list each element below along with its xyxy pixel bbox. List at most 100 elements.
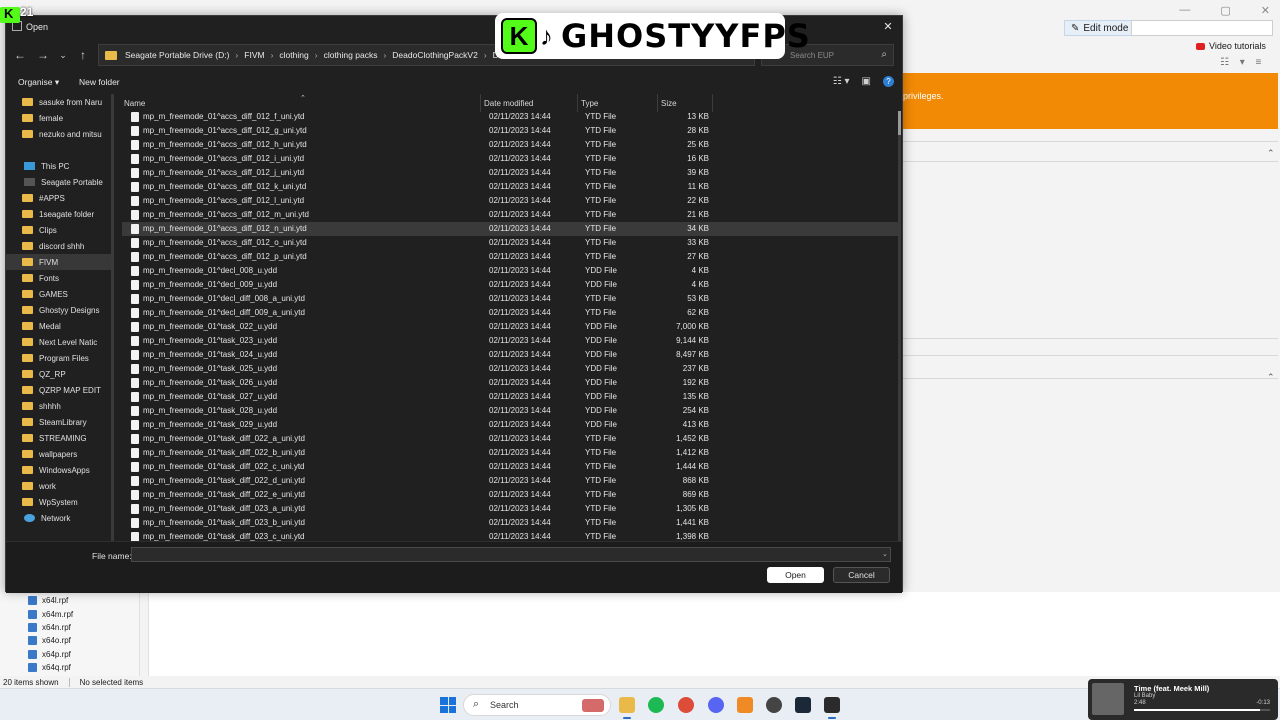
file-row[interactable]: mp_m_freemode_01^task_025_u.ydd 02/11/202… (122, 362, 898, 376)
nav-item[interactable]: #APPS (6, 190, 111, 206)
nav-item[interactable]: sasuke from Naru (6, 94, 111, 110)
bg-file-item[interactable]: x64l.rpf (0, 594, 139, 607)
file-row[interactable]: mp_m_freemode_01^task_diff_022_d_uni.ytd… (122, 474, 898, 488)
nav-item[interactable]: FIVM (6, 254, 111, 270)
file-row[interactable]: mp_m_freemode_01^task_024_u.ydd 02/11/202… (122, 348, 898, 362)
chevron-right-icon[interactable]: › (383, 50, 386, 60)
file-row[interactable]: mp_m_freemode_01^decl_008_u.ydd 02/11/202… (122, 264, 898, 278)
nav-item[interactable]: nezuko and mitsu (6, 126, 111, 142)
file-row[interactable]: mp_m_freemode_01^decl_diff_008_a_uni.ytd… (122, 292, 898, 306)
up-arrow-icon[interactable]: ↑ (74, 46, 92, 64)
forward-arrow-icon[interactable]: → (34, 46, 52, 64)
file-row[interactable]: mp_m_freemode_01^task_026_u.ydd 02/11/202… (122, 376, 898, 390)
search-icon[interactable]: ⌕ (881, 49, 887, 60)
back-arrow-icon[interactable]: ← (11, 46, 29, 64)
nav-item[interactable]: QZ_RP (6, 366, 111, 382)
file-row[interactable]: mp_m_freemode_01^accs_diff_012_k_uni.ytd… (122, 180, 898, 194)
file-row[interactable]: mp_m_freemode_01^task_diff_022_a_uni.ytd… (122, 432, 898, 446)
nav-item[interactable]: WindowsApps (6, 462, 111, 478)
nav-item[interactable]: female (6, 110, 111, 126)
file-row[interactable]: mp_m_freemode_01^task_diff_022_e_uni.ytd… (122, 488, 898, 502)
taskbar-search[interactable]: ⌕ Search (463, 694, 611, 716)
windows-start-icon[interactable] (440, 697, 456, 713)
playback-progress[interactable] (1134, 709, 1270, 711)
breadcrumb-fivm[interactable]: FIVM (244, 50, 264, 60)
chevron-down-icon[interactable]: ⌄ (882, 550, 888, 558)
new-folder-button[interactable]: New folder (79, 77, 120, 87)
nav-item[interactable]: discord shhh (6, 238, 111, 254)
view-options-icon[interactable]: ☷ ▾ (833, 76, 850, 87)
organise-menu-button[interactable]: Organise ▾ (18, 77, 59, 88)
file-row[interactable]: mp_m_freemode_01^task_diff_023_b_uni.ytd… (122, 516, 898, 530)
close-icon[interactable]: ✕ (880, 19, 896, 35)
breadcrumb-clothing-packs[interactable]: clothing packs (324, 50, 378, 60)
file-row[interactable]: mp_m_freemode_01^task_diff_022_b_uni.ytd… (122, 446, 898, 460)
bg-file-item[interactable]: x64p.rpf (0, 648, 139, 661)
nav-item[interactable]: Program Files (6, 350, 111, 366)
chevron-right-icon[interactable]: › (484, 50, 487, 60)
file-row[interactable]: mp_m_freemode_01^accs_diff_012_o_uni.ytd… (122, 236, 898, 250)
collapse-caret-icon[interactable]: ⌃ (1267, 148, 1275, 159)
spotify-icon[interactable] (648, 697, 664, 713)
nav-item[interactable]: SteamLibrary (6, 414, 111, 430)
nav-item[interactable]: Seagate Portable (6, 174, 111, 190)
chrome-icon[interactable] (678, 697, 694, 713)
nav-item[interactable]: Clips (6, 222, 111, 238)
nav-item[interactable]: STREAMING (6, 430, 111, 446)
file-row[interactable]: mp_m_freemode_01^task_028_u.ydd 02/11/202… (122, 404, 898, 418)
nav-item[interactable]: GAMES (6, 286, 111, 302)
open-button[interactable]: Open (767, 567, 824, 583)
nav-item[interactable]: Network (6, 510, 111, 526)
app-icon[interactable] (737, 697, 753, 713)
gear-icon[interactable] (766, 697, 782, 713)
file-row[interactable]: mp_m_freemode_01^decl_diff_009_a_uni.ytd… (122, 306, 898, 320)
nav-item[interactable]: wallpapers (6, 446, 111, 462)
maximize-icon[interactable]: ▢ (1220, 4, 1230, 17)
edit-mode-button[interactable]: ✎ Edit mode (1064, 20, 1136, 36)
bg-view-toggle[interactable]: ☷ ▾ ≡ (1220, 57, 1265, 68)
breadcrumb-pack[interactable]: DeadoClothingPackV2 (392, 50, 478, 60)
help-icon[interactable]: ? (883, 76, 894, 87)
bg-file-item[interactable]: x64n.rpf (0, 621, 139, 634)
bg-window-controls[interactable]: — ▢ ✕ (1179, 4, 1270, 17)
file-name-input[interactable] (131, 547, 891, 562)
steam-icon[interactable] (795, 697, 811, 713)
breadcrumb-drive[interactable]: Seagate Portable Drive (D:) (125, 50, 229, 60)
file-row[interactable]: mp_m_freemode_01^accs_diff_012_p_uni.ytd… (122, 250, 898, 264)
breadcrumb-clothing[interactable]: clothing (279, 50, 308, 60)
file-row[interactable]: mp_m_freemode_01^task_diff_023_a_uni.ytd… (122, 502, 898, 516)
nav-item[interactable]: work (6, 478, 111, 494)
bg-file-item[interactable]: x64o.rpf (0, 634, 139, 647)
navigation-pane-scrollbar[interactable] (111, 94, 114, 541)
file-list-scrollbar[interactable] (898, 111, 901, 541)
nav-item[interactable]: Next Level Natic (6, 334, 111, 350)
cancel-button[interactable]: Cancel (833, 567, 890, 583)
chevron-right-icon[interactable]: › (271, 50, 274, 60)
discord-icon[interactable] (708, 697, 724, 713)
bg-file-item[interactable]: x64m.rpf (0, 607, 139, 620)
nav-item[interactable]: WpSystem (6, 494, 111, 510)
file-row[interactable]: mp_m_freemode_01^decl_009_u.ydd 02/11/202… (122, 278, 898, 292)
preview-pane-icon[interactable]: ▣ (862, 76, 871, 87)
nav-item[interactable]: Fonts (6, 270, 111, 286)
file-row[interactable]: mp_m_freemode_01^accs_diff_012_i_uni.ytd… (122, 152, 898, 166)
chevron-right-icon[interactable]: › (315, 50, 318, 60)
file-row[interactable]: mp_m_freemode_01^task_diff_023_c_uni.ytd… (122, 530, 898, 541)
openiv-icon[interactable] (824, 697, 840, 713)
file-row[interactable]: mp_m_freemode_01^task_022_u.ydd 02/11/202… (122, 320, 898, 334)
nav-item[interactable]: This PC (6, 158, 111, 174)
bg-search-input[interactable] (1131, 20, 1273, 36)
nav-item[interactable]: Ghostyy Designs (6, 302, 111, 318)
file-row[interactable]: mp_m_freemode_01^task_diff_022_c_uni.ytd… (122, 460, 898, 474)
file-row[interactable]: mp_m_freemode_01^accs_diff_012_g_uni.ytd… (122, 124, 898, 138)
file-row[interactable]: mp_m_freemode_01^accs_diff_012_j_uni.ytd… (122, 166, 898, 180)
nav-item[interactable]: Medal (6, 318, 111, 334)
bg-file-item[interactable]: x64q.rpf (0, 661, 139, 674)
video-tutorials-link[interactable]: Video tutorials (1196, 41, 1266, 51)
file-row[interactable]: mp_m_freemode_01^accs_diff_012_m_uni.ytd… (122, 208, 898, 222)
file-row[interactable]: mp_m_freemode_01^task_027_u.ydd 02/11/202… (122, 390, 898, 404)
nav-item[interactable]: shhhh (6, 398, 111, 414)
scrollbar-thumb[interactable] (898, 111, 901, 135)
now-playing-widget[interactable]: Time (feat. Meek Mill) Lil Baby 2:48 -0:… (1088, 679, 1278, 720)
chevron-right-icon[interactable]: › (235, 50, 238, 60)
